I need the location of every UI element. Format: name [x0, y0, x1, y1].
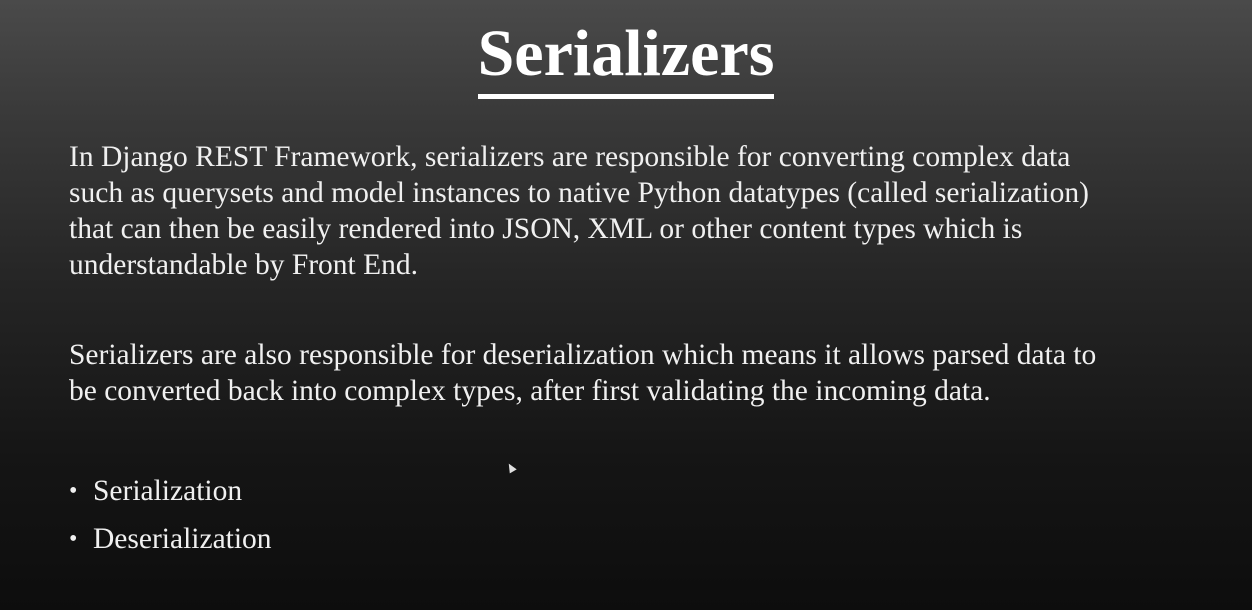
intro-paragraph: In Django REST Framework, serializers ar…	[69, 139, 1219, 283]
presentation-slide: Serializers In Django REST Framework, se…	[0, 0, 1252, 610]
intro-line: that can then be easily rendered into JS…	[69, 213, 1023, 245]
bullet-icon: •	[69, 526, 78, 552]
slide-title: Serializers	[0, 14, 1252, 99]
bullet-label: Deserialization	[93, 523, 272, 555]
mouse-pointer-icon	[505, 461, 517, 474]
intro-line: In Django REST Framework, serializers ar…	[69, 141, 1071, 173]
slide-title-text: Serializers	[477, 14, 775, 99]
intro-line: such as querysets and model instances to…	[69, 177, 1089, 209]
list-item: • Serialization	[69, 467, 272, 515]
list-item: • Deserialization	[69, 515, 272, 563]
bullet-list: • Serialization • Deserialization	[69, 467, 272, 563]
intro-line: understandable by Front End.	[69, 249, 419, 281]
bullet-label: Serialization	[93, 475, 243, 507]
deserialization-line: Serializers are also responsible for des…	[69, 339, 1097, 371]
bullet-icon: •	[69, 478, 78, 504]
deserialization-paragraph: Serializers are also responsible for des…	[69, 337, 1219, 409]
deserialization-line: be converted back into complex types, af…	[69, 375, 991, 407]
